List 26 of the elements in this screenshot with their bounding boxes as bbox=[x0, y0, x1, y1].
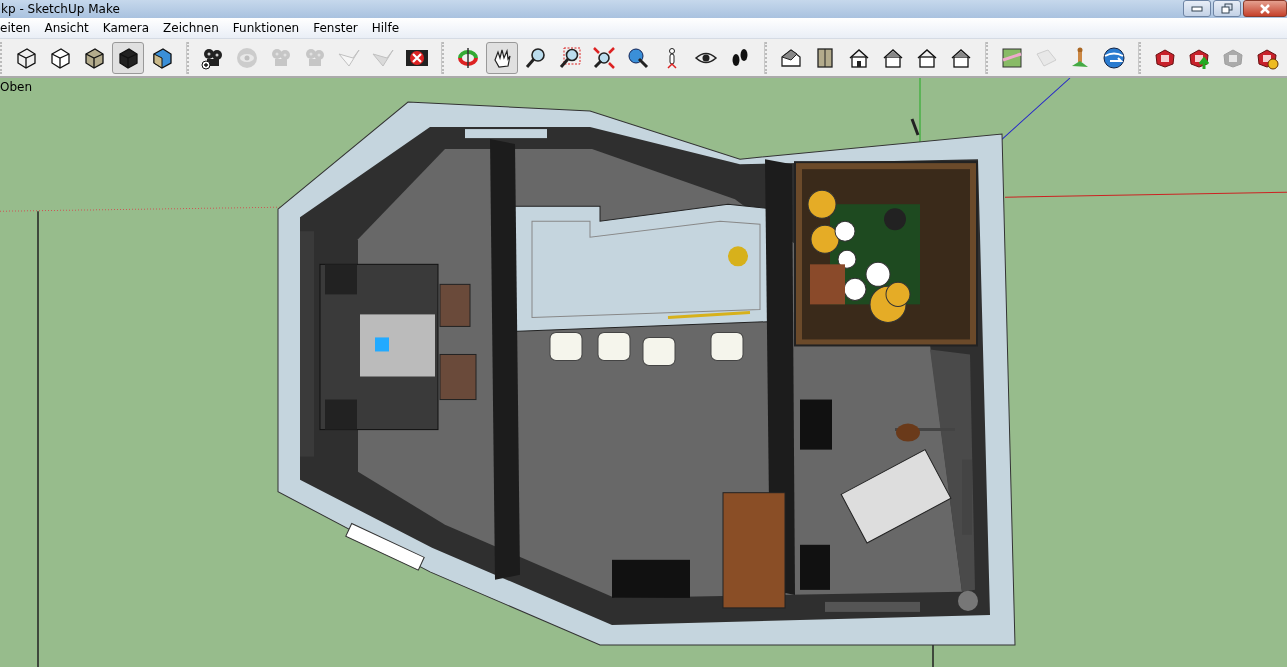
toolbar-button[interactable] bbox=[112, 41, 144, 74]
toolbar-button[interactable] bbox=[486, 41, 518, 74]
close-button[interactable] bbox=[1243, 0, 1287, 17]
menu-item[interactable]: Zeichnen bbox=[156, 21, 226, 35]
restore-icon bbox=[1221, 3, 1233, 14]
view-label: Oben bbox=[0, 80, 33, 94]
zoom-window-icon bbox=[558, 45, 582, 70]
zoom-extents-icon bbox=[592, 45, 616, 70]
previous-view-icon bbox=[626, 45, 650, 70]
search-icon bbox=[524, 45, 548, 70]
menu-item[interactable]: Fenster bbox=[306, 21, 365, 35]
eye-icon bbox=[235, 45, 259, 70]
menu-item[interactable]: Hilfe bbox=[364, 21, 407, 35]
3d-viewport[interactable]: Oben bbox=[0, 78, 1287, 667]
orbit-icon bbox=[456, 45, 480, 70]
map-icon bbox=[1000, 45, 1024, 70]
menu-item[interactable]: Ansicht bbox=[37, 21, 96, 35]
menu-item[interactable]: Kamera bbox=[95, 21, 157, 35]
restore-button[interactable] bbox=[1213, 0, 1241, 17]
menu-item[interactable]: Funktionen bbox=[225, 21, 307, 35]
close-icon bbox=[1259, 3, 1271, 14]
minimize-icon bbox=[1191, 5, 1203, 12]
window-title: kp - SketchUp Make bbox=[0, 2, 120, 16]
minimize-button[interactable] bbox=[1183, 0, 1211, 17]
menu-item[interactable]: eiten bbox=[0, 21, 38, 35]
globe-icon bbox=[1102, 45, 1126, 70]
